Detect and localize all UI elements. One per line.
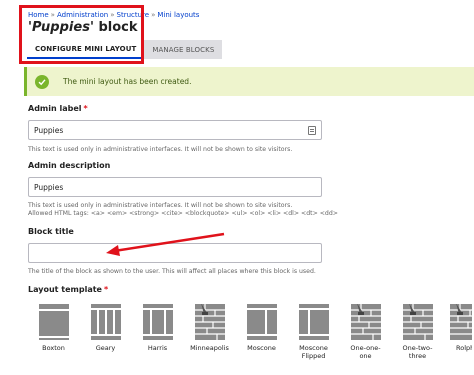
harris-layout-icon	[142, 304, 173, 340]
one-two-three-layout-icon	[402, 304, 433, 340]
moscone-flipped-layout-icon	[298, 304, 329, 340]
rolph-layout-icon	[450, 304, 472, 340]
minneapolis-layout-icon	[194, 304, 225, 340]
boxton-layout-icon	[38, 304, 69, 340]
moscone-layout-icon	[246, 304, 277, 340]
layout-template-label: Layout template *	[28, 285, 109, 294]
one-one-one-layout-icon	[350, 304, 381, 340]
template-option-minneapolis[interactable]: Minneapolis	[190, 304, 229, 360]
template-option-boxton[interactable]: Boxton	[34, 304, 73, 360]
template-option-one-two-three[interactable]: One-two-three	[398, 304, 437, 360]
template-option-rolph[interactable]: Rolph	[450, 304, 472, 360]
layout-template-list: Boxton Geary Harris Minneapolis Moscone …	[34, 304, 472, 360]
template-option-moscone[interactable]: Moscone	[242, 304, 281, 360]
template-option-moscone-flipped[interactable]: Moscone Flipped	[294, 304, 333, 360]
required-marker: *	[103, 285, 109, 294]
template-option-geary[interactable]: Geary	[86, 304, 125, 360]
template-option-one-one-one[interactable]: One-one-one	[346, 304, 385, 360]
geary-layout-icon	[90, 304, 121, 340]
template-option-harris[interactable]: Harris	[138, 304, 177, 360]
